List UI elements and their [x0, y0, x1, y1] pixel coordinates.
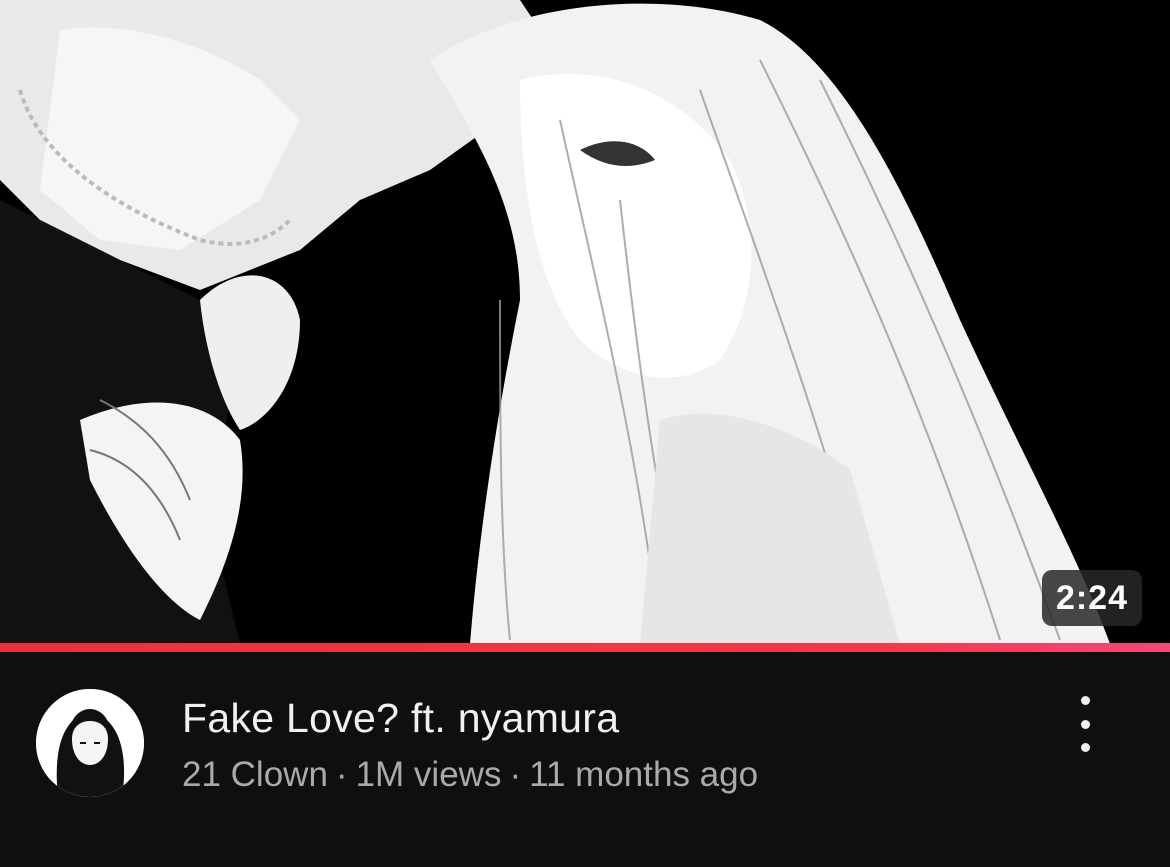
avatar-portrait [36, 689, 144, 797]
watch-progress-bar [0, 643, 1170, 652]
upload-age: 11 months ago [529, 755, 759, 794]
view-count: 1M views [355, 755, 502, 794]
thumbnail-artwork [0, 0, 1170, 644]
more-dot [1080, 719, 1090, 729]
video-thumbnail[interactable]: 2:24 [0, 0, 1170, 644]
video-subline: 21 Clown · 1M views · 11 months ago [182, 753, 758, 797]
channel-avatar[interactable] [36, 689, 144, 797]
separator-dot: · [335, 755, 348, 794]
more-vert-icon[interactable] [1062, 696, 1108, 752]
watch-progress-fill [0, 643, 1170, 652]
video-title[interactable]: Fake Love? ft. nyamura [182, 692, 619, 744]
more-dot [1080, 743, 1090, 752]
channel-name[interactable]: 21 Clown [182, 755, 328, 794]
video-card[interactable]: 2:24 Fake Love? ft. nyamura 21 Clown · 1M … [0, 0, 1170, 867]
more-dot [1080, 696, 1090, 705]
separator-dot: · [509, 755, 522, 794]
duration-badge: 2:24 [1041, 570, 1142, 626]
video-metadata: Fake Love? ft. nyamura 21 Clown · 1M views… [0, 652, 1170, 867]
